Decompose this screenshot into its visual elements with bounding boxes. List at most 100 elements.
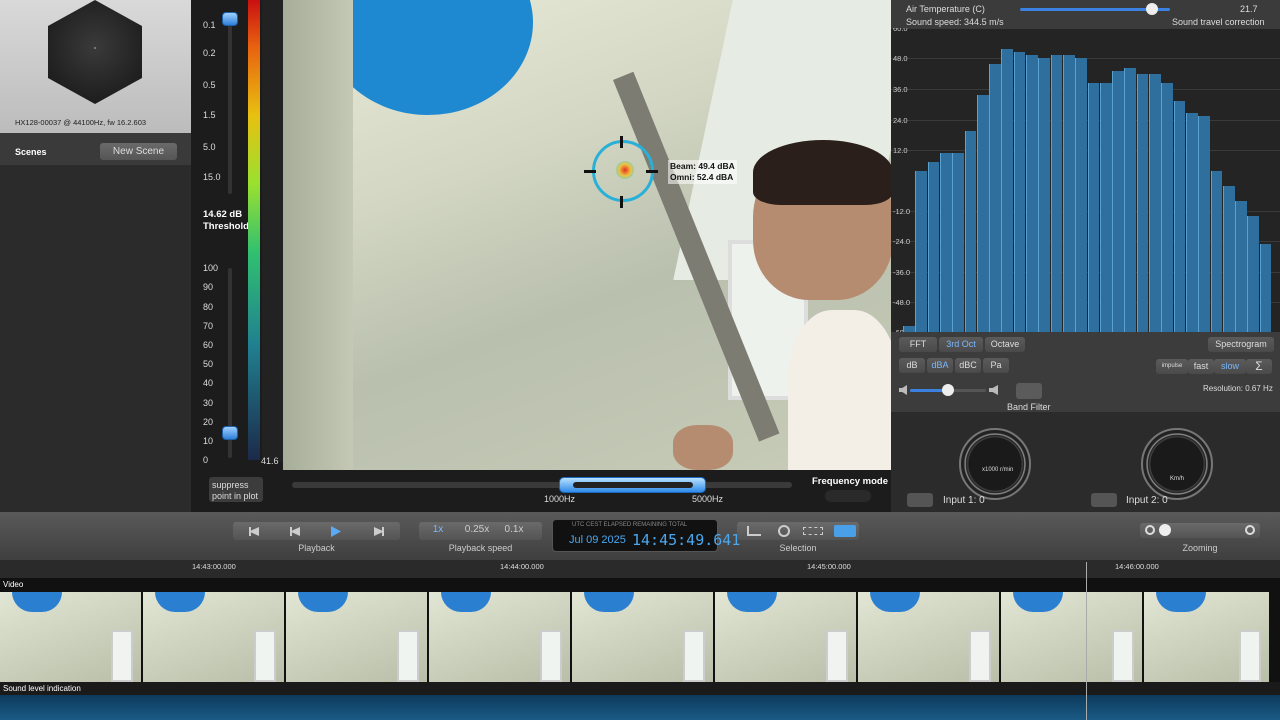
band-filter-icon[interactable] [1016, 383, 1042, 399]
spectrum-y-tick: 60.0 [893, 28, 908, 33]
resolution-label: Resolution: 0.67 Hz [1203, 384, 1273, 393]
level-tick: 30 [203, 398, 214, 408]
input2-settings-button[interactable] [1091, 493, 1117, 507]
dbc-button[interactable]: dBC [955, 358, 981, 373]
input1-settings-button[interactable] [907, 493, 933, 507]
threshold-readout: 14.62 dB Threshold [203, 209, 249, 233]
spectrum-band-bar [989, 64, 1001, 332]
level-slider-knob[interactable] [222, 426, 238, 440]
spectrum-chart: 60.0 48.0 36.0 24.0 12.0 -12.0 -24.0 -36.0 -48.0… [891, 28, 1280, 332]
speed-025x-button[interactable]: 0.25x [458, 524, 496, 535]
selection-graph-icon[interactable] [747, 526, 761, 536]
spectrum-band-bar [1136, 73, 1149, 332]
video-track-label: Video [3, 580, 24, 589]
suppress-point-toggle[interactable]: suppress point in plot [209, 477, 263, 502]
video-thumbnail[interactable] [286, 592, 427, 682]
dba-button[interactable]: dBA [927, 358, 953, 373]
zoom-in-icon[interactable] [1245, 525, 1255, 535]
camera-view[interactable] [283, 0, 891, 470]
frequency-mode-icon[interactable] [825, 490, 871, 502]
freq-high-label: 5000Hz [692, 494, 724, 504]
target-tick-left [584, 170, 596, 173]
input2-gauge-icon [1141, 428, 1213, 500]
air-temp-value: 21.7 [1240, 4, 1258, 14]
wall-graphic [283, 0, 353, 470]
spectrum-band-bar [1001, 49, 1014, 332]
new-scene-button[interactable]: New Scene [100, 143, 177, 160]
range-slider-knob[interactable] [222, 12, 238, 26]
spectrum-band-bar [1173, 100, 1186, 332]
impulse-button[interactable]: impulse [1156, 359, 1188, 374]
clock-mode-tabs[interactable]: UTC CEST ELAPSED REMAINING TOTAL [572, 522, 687, 528]
spectrum-band-bar [1112, 70, 1124, 332]
video-thumbnail[interactable] [715, 592, 856, 682]
pa-button[interactable]: Pa [983, 358, 1009, 373]
level-tick: 80 [203, 302, 214, 312]
volume-slider-knob[interactable] [942, 384, 954, 396]
level-tick: 20 [203, 417, 214, 427]
spectrogram-button[interactable]: Spectrogram [1208, 337, 1274, 352]
fft-button[interactable]: FFT [899, 337, 937, 352]
device-label: HX128-00037 @ 44100Hz, fw 16.2.603 [15, 118, 147, 127]
range-tick: 5.0 [203, 142, 216, 152]
slow-button[interactable]: slow [1214, 359, 1246, 374]
spectrum-band-bar [1161, 82, 1174, 332]
video-thumbnail[interactable] [0, 592, 141, 682]
person-hand-graphic [673, 425, 733, 470]
spectrum-y-tick: -48.0 [893, 298, 911, 307]
range-tick: 0.2 [203, 48, 216, 58]
spectrum-y-tick: 48.0 [893, 54, 908, 63]
color-scale-frame [262, 0, 283, 462]
suppress-label-2: point in plot [212, 491, 259, 501]
range-slider-track[interactable] [228, 12, 232, 194]
zoom-out-icon[interactable] [1145, 525, 1155, 535]
air-temp-slider-knob[interactable] [1146, 3, 1158, 15]
zoom-slider-knob[interactable] [1159, 524, 1171, 536]
spectrum-band-bar [976, 94, 989, 332]
spectrum-band-bar [1099, 82, 1112, 332]
video-thumbnail[interactable] [143, 592, 284, 682]
db-button[interactable]: dB [899, 358, 925, 373]
frequency-range-track[interactable] [292, 482, 792, 488]
person-hair-graphic [753, 140, 891, 205]
level-tick: 60 [203, 340, 214, 350]
spectrum-band-bar [1259, 243, 1272, 332]
selection-zoom-icon[interactable] [778, 525, 790, 537]
video-thumbnail[interactable] [1144, 592, 1269, 682]
octave-button[interactable]: Octave [985, 337, 1025, 352]
input1-label: Input 1: 0 [943, 495, 985, 506]
sound-travel-correction-label[interactable]: Sound travel correction [1172, 17, 1265, 27]
selection-range-icon[interactable] [803, 527, 823, 535]
person-shirt-graphic [788, 310, 891, 470]
frequency-mode-label: Frequency mode [812, 476, 889, 487]
clock-time: 14:45:49.641 [632, 531, 741, 549]
input1-gauge-icon [959, 428, 1031, 500]
speed-01x-button[interactable]: 0.1x [500, 524, 528, 535]
playhead[interactable] [1086, 562, 1087, 720]
level-tick: 0 [203, 455, 209, 465]
video-thumbnail[interactable] [858, 592, 999, 682]
gauge2-unit: Km/h [1170, 476, 1185, 482]
air-temp-label: Air Temperature (C) [906, 4, 985, 14]
playback-label: Playback [298, 543, 335, 553]
speed-1x-button[interactable]: 1x [424, 524, 452, 535]
range-tick: 0.5 [203, 80, 216, 90]
fast-button[interactable]: fast [1188, 359, 1214, 374]
sum-button[interactable]: Σ [1246, 359, 1272, 374]
level-tick: 10 [203, 436, 214, 446]
threshold-value: 14.62 dB [203, 209, 243, 220]
video-thumbnail[interactable] [429, 592, 570, 682]
spectrum-y-tick: 36.0 [893, 85, 908, 94]
third-octave-button[interactable]: 3rd Oct [939, 337, 983, 352]
level-tick: 100 [203, 263, 219, 273]
color-scale-max: 41.6 [261, 456, 279, 466]
input2-label: Input 2: 0 [1126, 495, 1168, 506]
spectrum-y-tick: -36.0 [893, 268, 911, 277]
spectrum-band-bar [1075, 58, 1087, 332]
video-thumbnail[interactable] [1001, 592, 1142, 682]
selection-active-icon[interactable] [834, 525, 856, 537]
spectrum-band-bar [1185, 113, 1198, 332]
range-tick: 1.5 [203, 110, 216, 120]
spectrum-band-bar [1222, 186, 1235, 332]
video-thumbnail[interactable] [572, 592, 713, 682]
